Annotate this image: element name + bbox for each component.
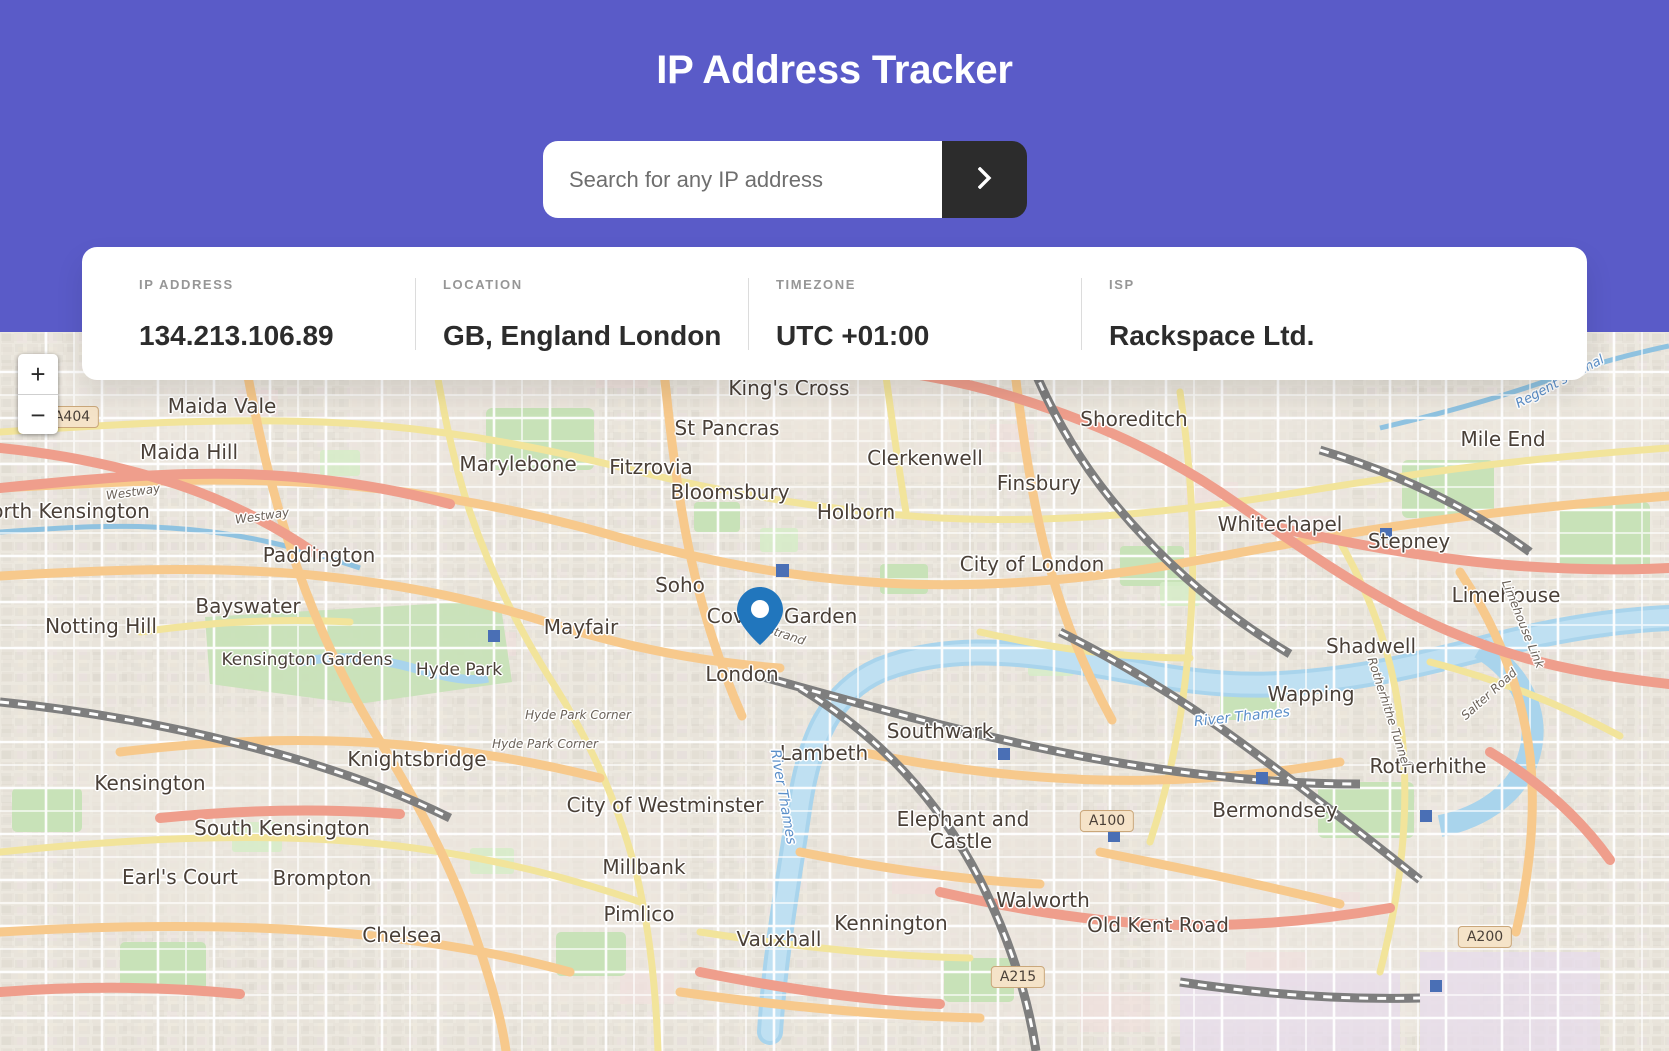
map-tiles	[0, 332, 1669, 1051]
search-input[interactable]	[543, 141, 942, 218]
info-field-ip-address: IP ADDRESS 134.213.106.89	[82, 278, 415, 350]
ip-tracker-app: Maida Vale Maida Hill King's Cross St Pancr…	[0, 0, 1669, 1051]
info-label: ISP	[1109, 276, 1135, 292]
info-field-timezone: TIMEZONE UTC +01:00	[748, 276, 1081, 351]
info-field-location: LOCATION GB, England London	[415, 276, 748, 351]
info-label: TIMEZONE	[776, 276, 856, 292]
map-zoom-controls[interactable]: + −	[18, 354, 58, 434]
location-pin-icon[interactable]	[737, 587, 783, 650]
info-label: LOCATION	[443, 276, 523, 292]
search-form[interactable]	[543, 141, 1027, 218]
page-title: IP Address Tracker	[656, 48, 1013, 92]
info-value: Rackspace Ltd.	[1109, 319, 1315, 351]
chevron-right-icon	[977, 166, 992, 192]
info-field-isp: ISP Rackspace Ltd.	[1081, 276, 1481, 351]
map-container[interactable]: Maida Vale Maida Hill King's Cross St Pancr…	[0, 332, 1669, 1051]
info-value: 134.213.106.89	[139, 319, 334, 351]
info-value: UTC +01:00	[776, 319, 930, 351]
search-submit-button[interactable]	[942, 141, 1027, 218]
zoom-out-button[interactable]: −	[18, 394, 58, 434]
zoom-in-button[interactable]: +	[18, 354, 58, 394]
ip-info-card: IP ADDRESS 134.213.106.89 LOCATION GB, E…	[82, 247, 1587, 380]
info-label: IP ADDRESS	[139, 276, 234, 292]
info-value: GB, England London	[443, 319, 722, 351]
